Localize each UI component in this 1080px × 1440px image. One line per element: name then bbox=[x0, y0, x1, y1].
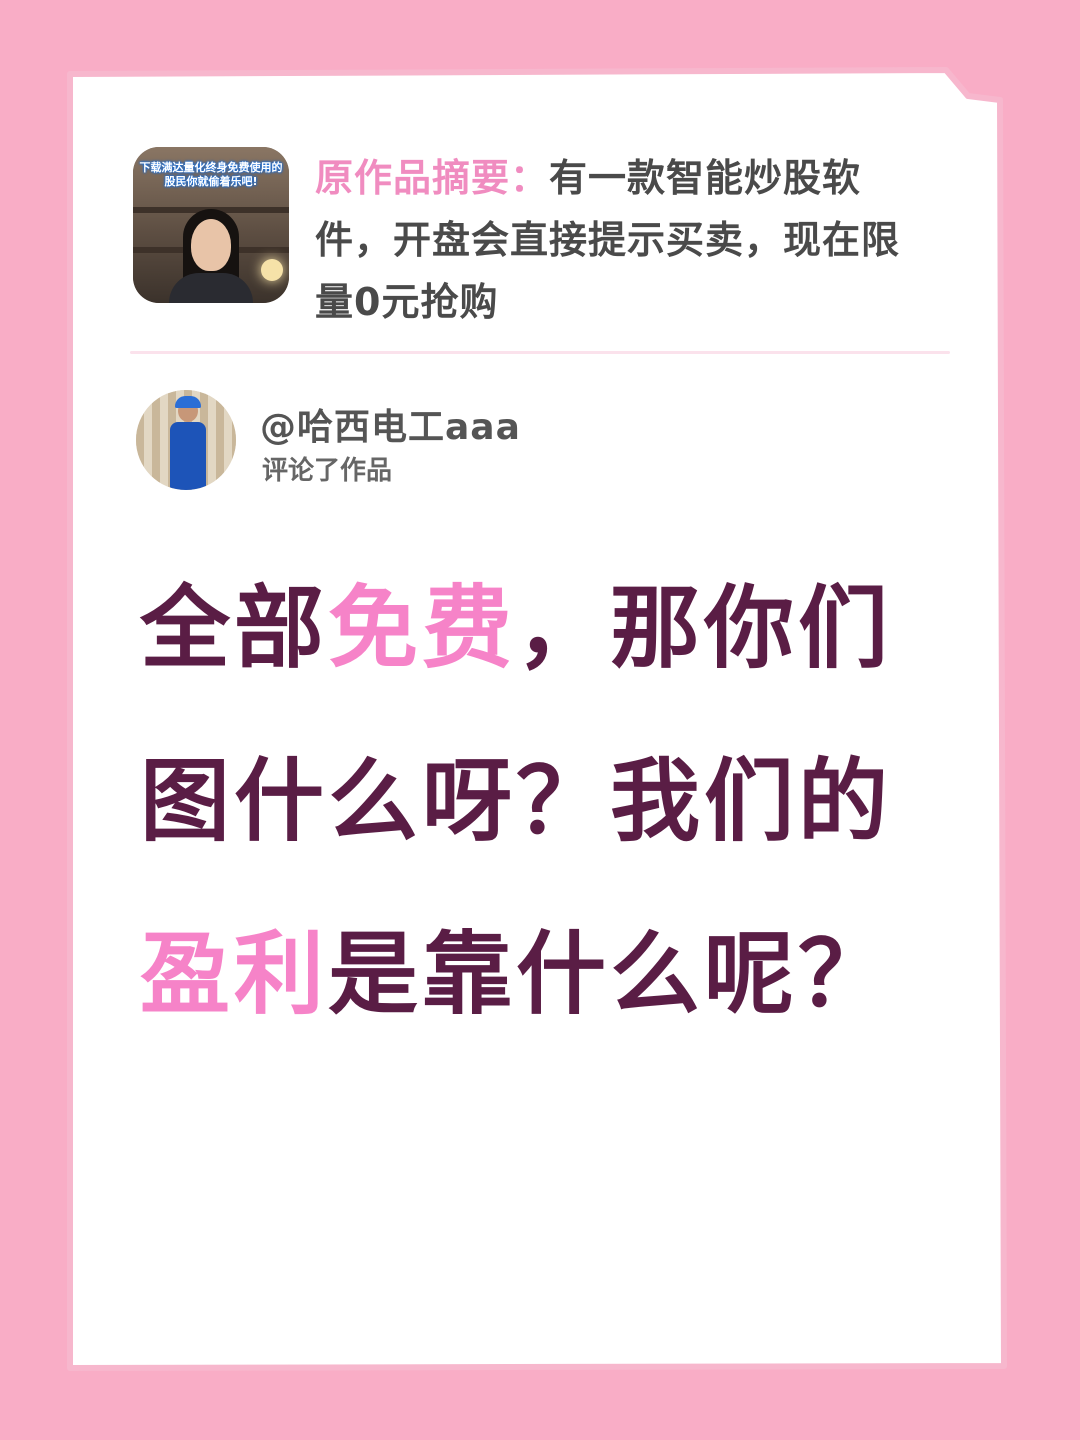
comment-text: 全部免费，那你们图什么呀？我们的盈利是靠什么呢？ bbox=[140, 542, 940, 1061]
comment-segment: 全部 bbox=[140, 576, 328, 681]
comment-highlight: 免费 bbox=[328, 576, 516, 681]
avatar[interactable] bbox=[136, 390, 236, 490]
comment-segment: 是靠什么呢？ bbox=[328, 922, 892, 1027]
summary-text: 原作品摘要：有一款智能炒股软件，开盘会直接提示买卖，现在限量0元抢购 bbox=[315, 147, 935, 333]
summary-label: 原作品摘要： bbox=[315, 156, 550, 200]
divider bbox=[130, 351, 950, 354]
commenter-handle[interactable]: @哈西电工aaa bbox=[260, 398, 521, 450]
comment-action-label: 评论了作品 bbox=[262, 456, 393, 486]
thumbnail-caption: 下载满达量化终身免费使用的股民你就偷着乐吧! bbox=[139, 161, 283, 188]
comment-highlight: 盈利 bbox=[140, 922, 328, 1027]
video-thumbnail[interactable]: 下载满达量化终身免费使用的股民你就偷着乐吧! bbox=[133, 147, 289, 303]
original-work-summary[interactable]: 下载满达量化终身免费使用的股民你就偷着乐吧! 原作品摘要：有一款智能炒股软件，开… bbox=[133, 147, 943, 324]
commenter-header: @哈西电工aaa 评论了作品 bbox=[136, 390, 836, 490]
comment-card: 下载满达量化终身免费使用的股民你就偷着乐吧! 原作品摘要：有一款智能炒股软件，开… bbox=[70, 72, 1000, 1367]
